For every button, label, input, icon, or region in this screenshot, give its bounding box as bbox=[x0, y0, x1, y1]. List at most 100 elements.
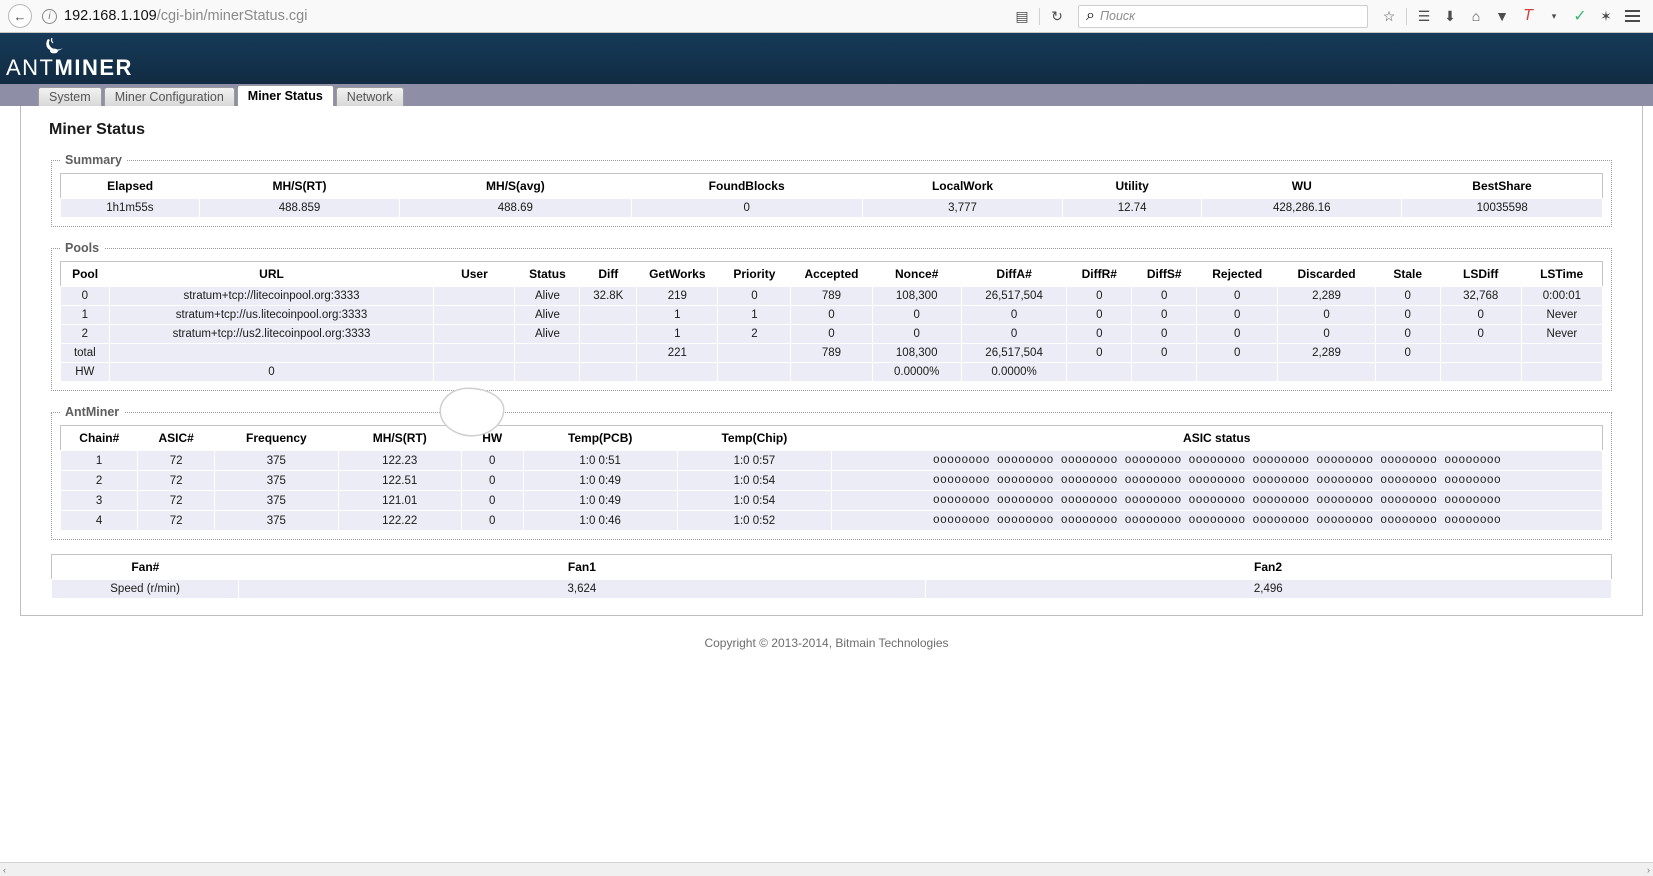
search-icon: ⌕ bbox=[1086, 7, 1095, 24]
site-header: ANTMINER bbox=[0, 33, 1653, 84]
search-input[interactable]: ⌕ Поиск bbox=[1078, 4, 1368, 28]
pools-header-row: Pool URL User Status Diff GetWorks Priority Acc… bbox=[60, 261, 1603, 287]
antminer-legend: AntMiner bbox=[65, 405, 120, 419]
chevron-down-icon[interactable]: ▾ bbox=[1541, 3, 1567, 29]
pools-cell: 0 bbox=[1131, 324, 1198, 344]
tab-miner-status[interactable]: Miner Status bbox=[236, 85, 334, 106]
tab-miner-configuration[interactable]: Miner Configuration bbox=[103, 87, 235, 106]
summary-value-row: 1h1m55s 488.859 488.69 0 3,777 12.74 428,286.1… bbox=[60, 198, 1603, 218]
pools-cell bbox=[579, 343, 638, 363]
pools-cell: 0 bbox=[1374, 324, 1441, 344]
antminer-cell: 0 bbox=[460, 470, 524, 491]
pools-cell bbox=[1277, 362, 1376, 382]
pools-table: Pool URL User Status Diff GetWorks Priority Acc… bbox=[60, 261, 1604, 382]
toolbar-divider bbox=[1039, 7, 1040, 25]
summary-header-cell: FoundBlocks bbox=[631, 173, 863, 199]
summary-header-cell: Elapsed bbox=[60, 173, 200, 199]
pools-cell: 2 bbox=[60, 324, 110, 344]
pools-cell: 0:00:01 bbox=[1520, 286, 1604, 306]
pools-cell: 0 bbox=[1277, 305, 1376, 325]
pools-legend: Pools bbox=[65, 241, 100, 255]
antminer-cell: 375 bbox=[214, 450, 339, 471]
pools-cell: 789 bbox=[790, 286, 873, 306]
summary-legend: Summary bbox=[65, 153, 122, 167]
table-row: 1 stratum+tcp://us.litecoinpool.org:3333 A… bbox=[60, 305, 1604, 325]
pools-cell: 0 bbox=[1196, 286, 1279, 306]
menu-icon[interactable] bbox=[1619, 3, 1645, 29]
back-button[interactable]: ← bbox=[8, 4, 32, 28]
pools-cell: Never bbox=[1520, 305, 1604, 325]
pools-header-cell: DiffA# bbox=[961, 261, 1067, 287]
antminer-cell: 1:0 0:51 bbox=[522, 450, 678, 471]
table-row: 2 stratum+tcp://us2.litecoinpool.org:3333… bbox=[60, 324, 1604, 344]
table-row: 1 72 375 122.23 0 1:0 0:51 1:0 0:57 oooooooo oo… bbox=[59, 450, 1604, 471]
fan-row-label: Speed (r/min) bbox=[50, 579, 240, 599]
table-row: 0 stratum+tcp://litecoinpool.org:3333 Aliv… bbox=[60, 286, 1604, 306]
pocket-icon[interactable]: ▼ bbox=[1489, 3, 1515, 29]
reload-icon[interactable]: ↻ bbox=[1044, 3, 1070, 29]
pools-cell bbox=[1439, 362, 1522, 382]
site-info-icon[interactable]: i bbox=[42, 8, 57, 24]
pools-cell bbox=[433, 286, 516, 306]
pools-header-cell: Nonce# bbox=[872, 261, 962, 287]
pools-cell: 0 bbox=[1439, 324, 1522, 344]
home-icon[interactable]: ⌂ bbox=[1463, 3, 1489, 29]
pools-cell: 0 bbox=[1277, 324, 1376, 344]
antminer-cell: 2 bbox=[59, 470, 139, 491]
pools-cell: Alive bbox=[514, 286, 581, 306]
summary-header-cell: MH/S(RT) bbox=[199, 173, 400, 199]
reader-mode-icon[interactable]: ▤ bbox=[1009, 3, 1035, 29]
pools-cell: 789 bbox=[790, 343, 873, 363]
pools-cell bbox=[433, 362, 516, 382]
pools-cell: 2 bbox=[717, 324, 792, 344]
summary-value-cell: 12.74 bbox=[1062, 198, 1203, 218]
pools-cell bbox=[579, 324, 638, 344]
antminer-cell: 1:0 0:54 bbox=[676, 470, 832, 491]
pools-cell: 0 bbox=[960, 324, 1068, 344]
pools-cell: 26,517,504 bbox=[960, 343, 1068, 363]
pools-header-cell: Priority bbox=[717, 261, 791, 287]
download-icon[interactable]: ⬇ bbox=[1437, 3, 1463, 29]
nav-tabs: System Miner Configuration Miner Status … bbox=[0, 84, 1653, 106]
library-icon[interactable]: ☰ bbox=[1411, 3, 1437, 29]
summary-header-row: Elapsed MH/S(RT) MH/S(avg) FoundBlocks Local… bbox=[60, 173, 1603, 199]
pools-cell: 0 bbox=[1374, 286, 1441, 306]
pools-cell: 0 bbox=[1196, 324, 1279, 344]
pools-cell: 0 bbox=[1196, 305, 1279, 325]
pools-header-cell: LSDiff bbox=[1440, 261, 1522, 287]
pools-cell: 0 bbox=[1196, 343, 1279, 363]
bookmark-star-icon[interactable]: ☆ bbox=[1376, 3, 1402, 29]
asic-status-cell: oooooooo oooooooo oooooooo oooooooo oooo… bbox=[830, 470, 1604, 491]
pools-cell: 0 bbox=[1131, 286, 1198, 306]
antminer-cell: 122.22 bbox=[337, 510, 462, 531]
tab-system[interactable]: System bbox=[38, 87, 102, 106]
address-bar[interactable]: 192.168.1.109/cgi-bin/minerStatus.cgi bbox=[64, 8, 307, 24]
pools-section: Pools Pool URL User Status Diff GetWorks Prior… bbox=[51, 241, 1612, 391]
antminer-cell: 1:0 0:54 bbox=[676, 490, 832, 511]
summary-header-cell: BestShare bbox=[1401, 173, 1603, 199]
pools-cell: 1 bbox=[60, 305, 110, 325]
pools-cell: 0 bbox=[960, 305, 1068, 325]
antminer-section: AntMiner Chain# ASIC# Frequency MH/S(RT) HW T… bbox=[51, 405, 1612, 540]
tab-network[interactable]: Network bbox=[335, 87, 404, 106]
horizontal-scrollbar[interactable]: ‹ › bbox=[0, 862, 1653, 876]
shield-icon[interactable]: ✓ bbox=[1567, 3, 1593, 29]
translate-icon[interactable]: T bbox=[1515, 3, 1541, 29]
pools-cell bbox=[108, 343, 435, 363]
summary-header-cell: LocalWork bbox=[862, 173, 1063, 199]
pools-cell bbox=[1066, 362, 1133, 382]
page-viewport: ANTMINER System Miner Configuration Mine… bbox=[0, 33, 1653, 876]
pools-cell: 108,300 bbox=[871, 286, 962, 306]
pools-header-cell: User bbox=[433, 261, 515, 287]
scroll-right-arrow[interactable]: › bbox=[1647, 865, 1650, 875]
pools-cell bbox=[790, 362, 873, 382]
fan-header-row: Fan# Fan1 Fan2 bbox=[51, 554, 1612, 580]
pools-cell: Never bbox=[1520, 324, 1604, 344]
pools-cell bbox=[636, 362, 719, 382]
addon-icon[interactable]: ✶ bbox=[1593, 3, 1619, 29]
ant-icon bbox=[34, 37, 74, 57]
scroll-left-arrow[interactable]: ‹ bbox=[3, 865, 6, 875]
pools-cell bbox=[1520, 343, 1604, 363]
summary-value-cell: 0 bbox=[630, 198, 863, 218]
antminer-cell: 1 bbox=[59, 450, 139, 471]
